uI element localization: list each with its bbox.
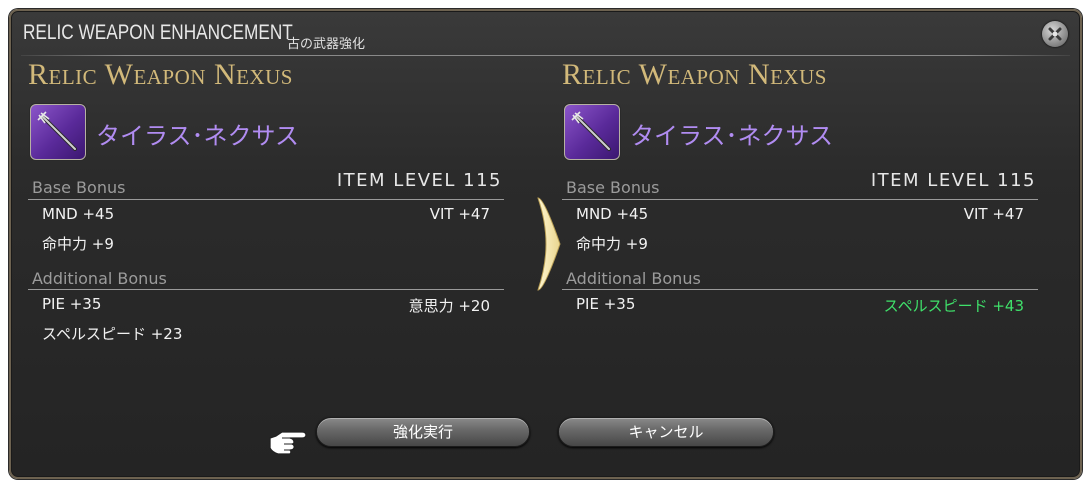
weapon-header: Relic Weapon Nexus (28, 58, 293, 91)
stat-accuracy: 命中力 +9 (42, 235, 114, 253)
stat-mnd: MND +45 (576, 205, 649, 223)
base-bonus-label: Base Bonus (566, 178, 660, 197)
base-bonus-divider (28, 199, 504, 200)
stat-mnd: MND +45 (42, 205, 115, 223)
stat-pie: PIE +35 (42, 295, 102, 313)
item-level: ITEM LEVEL 115 (870, 170, 1036, 191)
stat-vit: VIT +47 (963, 205, 1024, 223)
window-title: RELIC WEAPON ENHANCEMENT (23, 21, 293, 44)
base-bonus-label: Base Bonus (32, 178, 126, 197)
pointing-hand-icon (269, 431, 307, 455)
stat-pie: PIE +35 (576, 295, 636, 313)
additional-bonus-label: Additional Bonus (32, 269, 167, 288)
staff-icon (571, 111, 611, 151)
additional-bonus-label: Additional Bonus (566, 269, 701, 288)
arrow-right-icon (537, 197, 561, 291)
staff-icon (37, 111, 77, 151)
weapon-slot[interactable] (30, 104, 86, 160)
additional-bonus-divider (562, 289, 1038, 290)
stat-spell-speed: スペルスピード +23 (42, 325, 183, 343)
stat-spell-speed-improved: スペルスピード +43 (883, 297, 1024, 315)
close-icon (1048, 27, 1062, 41)
cancel-button[interactable]: キャンセル (558, 417, 774, 447)
weapon-name: タイラス･ネクサス (96, 122, 300, 150)
result-weapon-panel: Relic Weapon Nexus タイラス･ネクサス Base Bonus … (562, 46, 1038, 376)
weapon-slot[interactable] (564, 104, 620, 160)
base-bonus-divider (562, 199, 1038, 200)
weapon-header: Relic Weapon Nexus (562, 58, 827, 91)
additional-bonus-divider (28, 289, 504, 290)
close-button[interactable] (1042, 21, 1068, 47)
stat-determination: 意思力 +20 (408, 297, 490, 315)
item-level: ITEM LEVEL 115 (336, 170, 502, 191)
stat-accuracy: 命中力 +9 (576, 235, 648, 253)
stat-vit: VIT +47 (429, 205, 490, 223)
current-weapon-panel: Relic Weapon Nexus タイラス･ネクサス Base Bonus … (28, 46, 504, 376)
execute-enhancement-button[interactable]: 強化実行 (316, 417, 530, 447)
weapon-name: タイラス･ネクサス (630, 122, 834, 150)
